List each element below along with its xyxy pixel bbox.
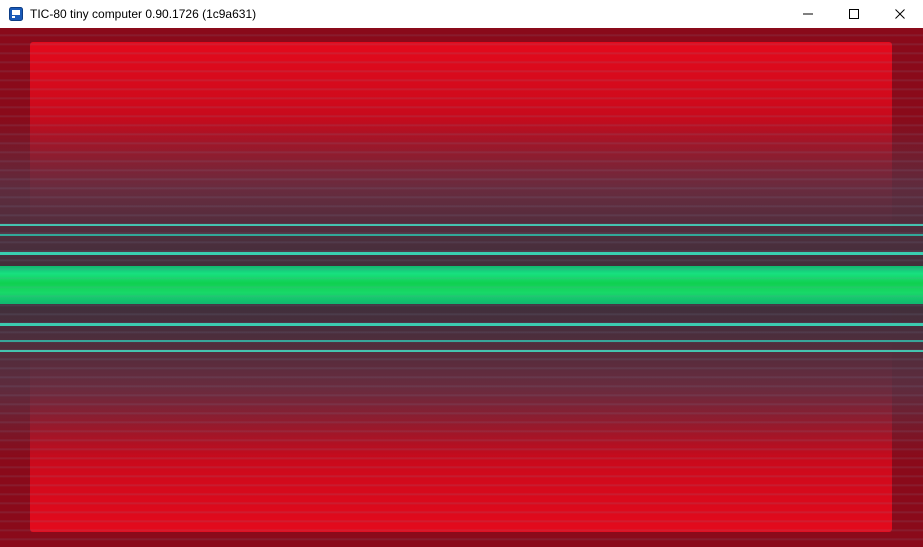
window-title: TIC-80 tiny computer 0.90.1726 (1c9a631)	[30, 7, 257, 21]
maximize-button[interactable]	[831, 0, 877, 28]
close-icon	[895, 9, 905, 19]
game-canvas[interactable]	[0, 28, 923, 547]
tic80-icon	[8, 6, 24, 22]
minimize-icon	[803, 13, 813, 15]
minimize-button[interactable]	[785, 0, 831, 28]
scanlines-overlay	[0, 28, 923, 547]
maximize-icon	[849, 9, 859, 19]
title-bar[interactable]: TIC-80 tiny computer 0.90.1726 (1c9a631)	[0, 0, 923, 28]
window-controls	[785, 0, 923, 28]
tic80-window: TIC-80 tiny computer 0.90.1726 (1c9a631)	[0, 0, 923, 547]
close-button[interactable]	[877, 0, 923, 28]
